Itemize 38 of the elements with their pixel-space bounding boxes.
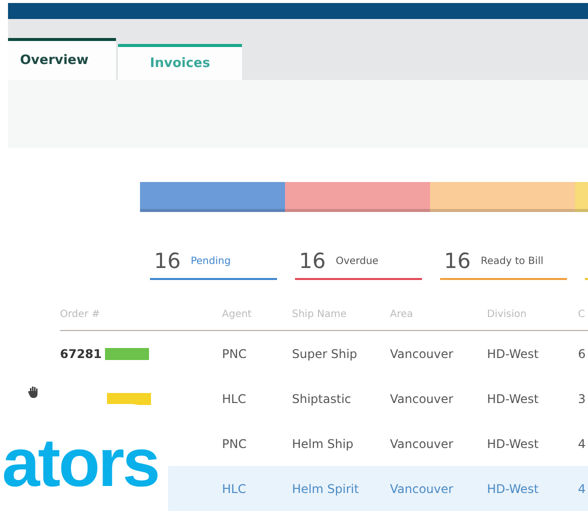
table-cell-text: Shiptastic [292,392,352,406]
column-header: Order # [60,308,101,320]
table-cell-text: Vancouver [390,346,454,360]
table-cell-text: Vancouver [390,392,454,406]
table-cell-text: Helm Spirit [292,482,360,496]
order-number: 67281 [60,346,102,360]
column-header: Area [390,308,414,320]
table-cell-text: Super Ship [292,346,358,360]
table-cell-text: Helm Ship [292,436,354,450]
count-text: 16 [154,249,181,273]
card-label: Overdue [336,256,378,266]
caption-text: ators [2,424,158,502]
table-cell-text: 3 [578,392,587,406]
column-header: Division [487,308,528,320]
table-cell-text: 6 [578,346,587,360]
table-cell-text: HLC [222,482,248,496]
count-text: 16 [444,249,471,273]
table-cell-text: HD-West [487,482,540,496]
column-header: Ship Name [292,308,348,320]
count-text: 16 [299,249,326,273]
table-cell-text: HD-West [487,436,540,450]
table-cell-text: HD-West [487,392,540,406]
table-cell-text: 4 [578,482,587,496]
summary-card[interactable]: 16 Pending [150,244,277,280]
table-cell-text: PNC [222,346,248,360]
table-cell-text: HD-West [487,346,540,360]
table-cell-text: PNC [222,436,248,450]
summary-card[interactable]: 16 Overdue [295,244,422,280]
column-header: Agent [222,308,253,320]
table-cell-text: 4 [578,436,587,450]
column-header: C [578,308,586,320]
table-cell-text: HLC [222,392,248,406]
table-cell-text: Vancouver [390,436,454,450]
card-label: Pending [190,256,231,266]
summary-card[interactable]: 16 Ready to Bill [440,244,567,280]
card-label: Ready to Bill [480,256,544,266]
table-cell-text: Vancouver [390,482,454,496]
tab[interactable]: Overview [8,38,116,80]
